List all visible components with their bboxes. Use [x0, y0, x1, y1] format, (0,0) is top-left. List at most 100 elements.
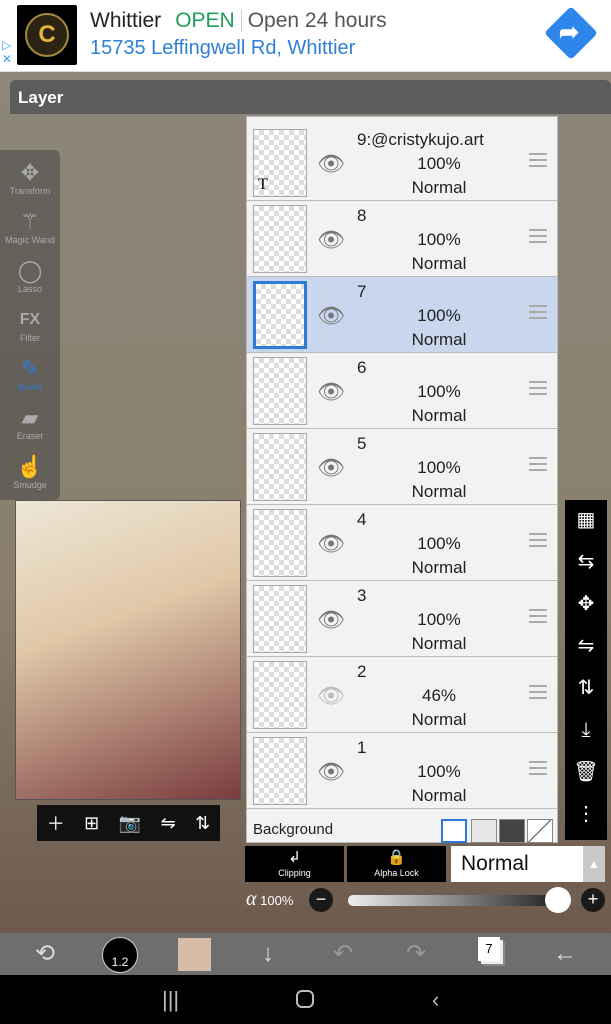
visibility-eye-icon[interactable]: 👁	[317, 531, 345, 557]
bg-white-option[interactable]	[441, 819, 467, 843]
flip-horizontal-icon[interactable]: ⇋	[161, 813, 176, 834]
layer-row[interactable]: 👁 2 46% Normal	[247, 657, 557, 733]
layer-name: 2	[357, 662, 367, 681]
bg-transparent-option[interactable]	[471, 819, 497, 843]
layer-list[interactable]: T 👁 9:@cristykujo.art 100% Normal 👁 8 10…	[246, 116, 558, 843]
opacity-slider-handle[interactable]	[545, 887, 571, 913]
tool-brush[interactable]: ✎ Brush	[0, 356, 60, 392]
layer-row[interactable]: 👁 1 100% Normal	[247, 733, 557, 809]
layer-thumbnail[interactable]	[253, 357, 307, 425]
layer-thumbnail[interactable]	[253, 509, 307, 577]
background-row[interactable]: Background	[247, 813, 557, 843]
layer-thumbnail[interactable]	[253, 433, 307, 501]
layer-row[interactable]: T 👁 9:@cristykujo.art 100% Normal	[247, 125, 557, 201]
brush-size-button[interactable]: 1.2	[102, 937, 138, 973]
drag-handle-icon[interactable]	[529, 761, 547, 775]
camera-icon[interactable]: 📷	[119, 813, 141, 834]
canvas-preview[interactable]	[15, 500, 241, 800]
opacity-increase-button[interactable]: +	[581, 888, 605, 912]
drag-handle-icon[interactable]	[529, 533, 547, 547]
ad-hours: Open 24 hours	[247, 9, 387, 32]
clipping-button[interactable]: ↲ Clipping	[245, 846, 344, 882]
drag-handle-icon[interactable]	[529, 381, 547, 395]
move-icon[interactable]: ✥	[565, 584, 607, 624]
layer-thumbnail[interactable]	[253, 585, 307, 653]
blend-mode-select[interactable]: Normal	[451, 846, 583, 882]
visibility-eye-icon[interactable]: 👁	[317, 303, 345, 329]
visibility-eye-icon[interactable]: 👁	[317, 379, 345, 405]
back-arrow-icon[interactable]: ←	[545, 933, 585, 975]
ad-business-name: Whittier	[90, 9, 162, 32]
bg-none-option[interactable]	[527, 819, 553, 843]
layer-thumbnail[interactable]	[253, 737, 307, 805]
redo-icon[interactable]: ↷	[398, 933, 434, 975]
layer-opacity: 100%	[417, 230, 461, 249]
drag-handle-icon[interactable]	[529, 609, 547, 623]
opacity-slider[interactable]	[348, 895, 558, 906]
undo-icon[interactable]: ↶	[325, 933, 361, 975]
opacity-decrease-button[interactable]: −	[309, 888, 333, 912]
tool-transform[interactable]: ✥ Transform	[0, 160, 60, 196]
layer-blend-mode: Normal	[411, 178, 467, 197]
visibility-eye-icon[interactable]: 👁	[317, 227, 345, 253]
visibility-eye-icon[interactable]: 👁	[317, 151, 345, 177]
layer-row[interactable]: 👁 6 100% Normal	[247, 353, 557, 429]
layer-thumbnail[interactable]: T	[253, 129, 307, 197]
layer-thumbnail[interactable]	[253, 661, 307, 729]
layer-thumbnail[interactable]	[253, 281, 307, 349]
home-icon[interactable]	[296, 990, 314, 1008]
eraser-icon: ▰	[21, 405, 39, 430]
layer-panel-title: Layer	[10, 80, 611, 114]
layer-row[interactable]: 👁 4 100% Normal	[247, 505, 557, 581]
add-icon[interactable]: ＋	[47, 810, 65, 836]
transparent-fill-icon[interactable]: ▦	[565, 500, 607, 540]
tool-smudge[interactable]: ☝ Smudge	[0, 454, 60, 490]
download-arrow-icon[interactable]: ↓	[250, 933, 286, 975]
layer-name: 9:@cristykujo.art	[357, 130, 484, 149]
ad-banner[interactable]: C Whittier OPEN Open 24 hours 15735 Leffin…	[0, 0, 611, 72]
drag-handle-icon[interactable]	[529, 457, 547, 471]
more-options-icon[interactable]: ⋮	[565, 794, 607, 834]
visibility-eye-icon[interactable]: 👁	[317, 607, 345, 633]
drag-handle-icon[interactable]	[529, 305, 547, 319]
recent-apps-icon[interactable]: |||	[162, 987, 179, 1013]
layer-thumbnail[interactable]	[253, 205, 307, 273]
tool-sidebar: ✥ Transform ⚚ Magic Wand ◯ Lasso FX Filter ✎…	[0, 150, 60, 500]
fx-icon: FX	[19, 311, 41, 328]
layer-swap-icon[interactable]: ⇆	[565, 542, 607, 582]
drag-handle-icon[interactable]	[529, 153, 547, 167]
visibility-eye-icon[interactable]: 👁	[317, 759, 345, 785]
drag-handle-icon[interactable]	[529, 685, 547, 699]
back-icon[interactable]: ‹	[432, 987, 439, 1013]
ad-address[interactable]: 15735 Leffingwell Rd, Whittier	[90, 37, 355, 60]
blend-mode-arrow-icon[interactable]: ▲	[583, 846, 605, 882]
tool-filter[interactable]: FX Filter	[0, 307, 60, 343]
visibility-eye-icon[interactable]: 👁	[317, 455, 345, 481]
flip-vertical-icon[interactable]: ⇅	[565, 668, 607, 708]
layer-row[interactable]: 👁 5 100% Normal	[247, 429, 557, 505]
tool-magic-wand[interactable]: ⚚ Magic Wand	[0, 209, 60, 245]
bg-dark-checker-option[interactable]	[499, 819, 525, 843]
drag-handle-icon[interactable]	[529, 229, 547, 243]
layer-blend-mode: Normal	[411, 406, 467, 425]
flip-vertical-icon[interactable]: ⇅	[195, 813, 210, 834]
tool-eraser[interactable]: ▰ Eraser	[0, 405, 60, 441]
ad-choices-icon[interactable]: ▷ ✕	[2, 38, 12, 66]
layer-row[interactable]: 👁 7 100% Normal	[247, 277, 557, 353]
merge-down-icon[interactable]: ⤓	[565, 710, 607, 750]
layer-row[interactable]: 👁 8 100% Normal	[247, 201, 557, 277]
tool-lasso[interactable]: ◯ Lasso	[0, 258, 60, 294]
layer-actions-toolbar: ▦ ⇆ ✥ ⇋ ⇅ ⤓ 🗑 ⋮	[565, 500, 607, 840]
layer-opacity: 100%	[417, 306, 461, 325]
trash-icon[interactable]: 🗑	[565, 752, 607, 792]
alpha-lock-button[interactable]: 🔒 Alpha Lock	[347, 846, 446, 882]
layer-opacity: 46%	[421, 686, 457, 705]
add-layer-icon[interactable]: ⊞	[84, 813, 99, 834]
layer-row[interactable]: 👁 3 100% Normal	[247, 581, 557, 657]
color-swatch-button[interactable]	[178, 938, 211, 971]
visibility-eye-icon[interactable]: 👁	[317, 683, 345, 709]
layers-button[interactable]: 7	[478, 937, 500, 961]
flip-horizontal-icon[interactable]: ⇋	[565, 626, 607, 666]
layer-blend-mode: Normal	[411, 786, 467, 805]
tool-switch-icon[interactable]: ⟲	[25, 933, 65, 975]
